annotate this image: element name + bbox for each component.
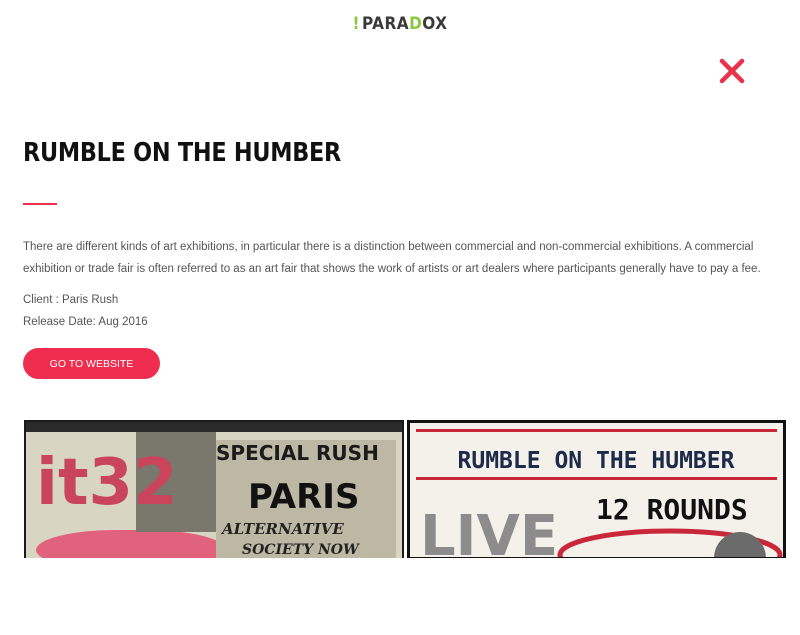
project-gallery: it32 SPECIAL RUSH PARIS ALTERNATIVE SOCI… [24,420,786,558]
rumble-poster-art: RUMBLE ON THE HUMBER LIVE 12 ROUNDS [410,423,783,558]
logo-prefix: PARA [361,14,410,34]
paradox-logo[interactable]: ! PARADOX [0,14,800,34]
poster1-line4: SOCIETY NOW [242,542,360,558]
logo-mark-icon: ! [352,14,360,34]
logo-o: D [409,14,423,34]
poster1-line2: PARIS [248,477,359,517]
project-title: RUMBLE ON THE HUMBER [23,138,342,168]
release-date: Release Date: Aug 2016 [23,316,148,328]
paris-poster-art: it32 SPECIAL RUSH PARIS ALTERNATIVE SOCI… [26,422,402,558]
logo-suffix: OX [422,14,448,34]
poster1-big: it32 [36,446,178,520]
gallery-image-rumble[interactable]: RUMBLE ON THE HUMBER LIVE 12 ROUNDS [407,420,786,558]
close-button[interactable] [717,56,747,86]
close-icon [719,58,745,84]
client-info: Client : Paris Rush [23,294,119,306]
go-to-website-button[interactable]: GO TO WEBSITE [23,348,160,379]
poster1-line1: SPECIAL RUSH [216,441,379,465]
project-description: There are different kinds of art exhibit… [23,241,761,275]
poster2-live: LIVE [420,504,558,558]
poster1-line3: ALTERNATIVE [220,520,344,538]
poster2-headline: RUMBLE ON THE HUMBER [458,448,735,474]
title-divider [23,203,57,205]
gallery-image-paris[interactable]: it32 SPECIAL RUSH PARIS ALTERNATIVE SOCI… [24,420,404,558]
poster2-rounds: 12 ROUNDS [596,493,748,526]
